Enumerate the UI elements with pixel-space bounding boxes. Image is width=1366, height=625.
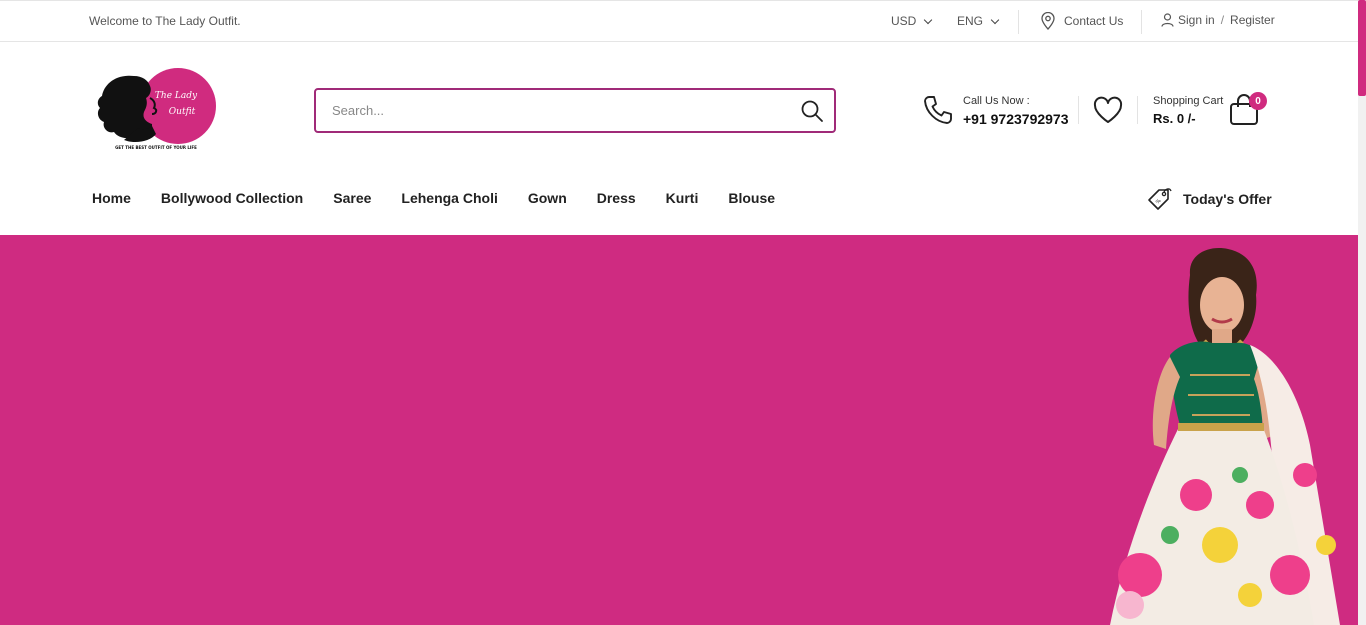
todays-offer-link[interactable]: % Today's Offer [1146, 186, 1272, 212]
call-number[interactable]: +91 9723792973 [963, 111, 1069, 127]
divider [1018, 10, 1019, 34]
todays-offer-label: Today's Offer [1183, 191, 1272, 207]
price-tag-icon: % [1148, 188, 1172, 210]
svg-text:%: % [1155, 198, 1163, 206]
nav-item-home[interactable]: Home [92, 190, 131, 206]
search-input[interactable] [332, 91, 792, 130]
contact-us-link[interactable]: Contact Us [1040, 12, 1123, 30]
separator-slash: / [1220, 13, 1225, 27]
heart-icon[interactable] [1092, 96, 1124, 124]
nav-item-gown[interactable]: Gown [528, 190, 567, 206]
language-label: ENG [957, 14, 984, 28]
logo-image: The Lady Outfit GET THE BEST OUTFIT OF Y… [97, 68, 216, 150]
call-label: Call Us Now : [963, 95, 1030, 107]
welcome-text: Welcome to The Lady Outfit. [89, 14, 241, 28]
nav-item-blouse[interactable]: Blouse [728, 190, 775, 206]
phone-icon [924, 96, 952, 124]
nav-item-lehenga-choli[interactable]: Lehenga Choli [401, 190, 497, 206]
scrollbar[interactable] [1358, 0, 1366, 625]
main-nav: Home Bollywood Collection Saree Lehenga … [92, 190, 805, 206]
sign-in-link[interactable]: Sign in [1178, 13, 1215, 27]
logo-text-1: The Lady [155, 91, 198, 101]
divider [1078, 96, 1079, 124]
search-box [314, 88, 836, 133]
divider [1141, 10, 1142, 34]
currency-label: USD [891, 14, 917, 28]
chevron-down-icon [990, 15, 1000, 24]
language-selector[interactable]: ENG [957, 14, 1000, 28]
location-pin-icon [1041, 12, 1055, 30]
currency-selector[interactable]: USD [891, 14, 933, 28]
logo-text-2: Outfit [169, 107, 196, 117]
chevron-down-icon [924, 15, 933, 24]
top-bar: Welcome to The Lady Outfit. USD ENG Cont… [0, 0, 1358, 42]
cart-count-badge: 0 [1249, 92, 1267, 110]
account-links: Sign in / Register [1161, 13, 1275, 27]
site-logo[interactable]: The Lady Outfit GET THE BEST OUTFIT OF Y… [94, 68, 222, 154]
contact-us-label: Contact Us [1064, 14, 1124, 28]
divider [1137, 96, 1138, 124]
nav-item-bollywood-collection[interactable]: Bollywood Collection [161, 190, 303, 206]
nav-item-saree[interactable]: Saree [333, 190, 371, 206]
model-image [1110, 248, 1340, 625]
user-icon [1161, 13, 1174, 27]
logo-tagline: GET THE BEST OUTFIT OF YOUR LIFE [115, 145, 197, 150]
cart-total: Rs. 0 /- [1153, 111, 1196, 126]
cart-label: Shopping Cart [1153, 95, 1224, 107]
scrollbar-thumb[interactable] [1358, 0, 1366, 96]
hero-banner[interactable] [0, 235, 1358, 625]
register-link[interactable]: Register [1230, 13, 1275, 27]
nav-item-dress[interactable]: Dress [597, 190, 636, 206]
search-icon[interactable] [800, 99, 824, 123]
nav-item-kurti[interactable]: Kurti [666, 190, 699, 206]
